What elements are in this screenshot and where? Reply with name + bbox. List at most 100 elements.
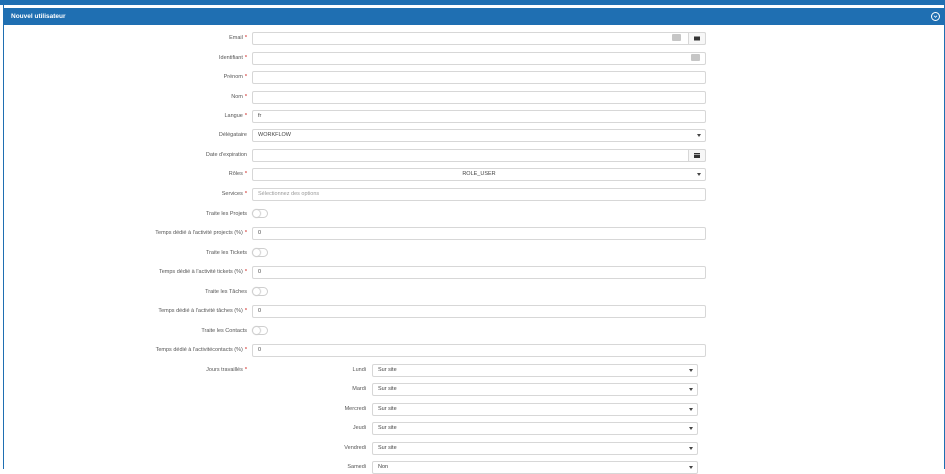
roles-value: ROLE_USER — [462, 171, 496, 177]
traite-contacts-label: Traite les Contacts — [201, 328, 247, 334]
required-mark: * — [244, 94, 247, 100]
required-mark: * — [244, 230, 247, 236]
autofill-key-icon[interactable] — [672, 34, 681, 41]
day-row-vendredi: Vendredi Sur site — [4, 442, 944, 455]
prenom-row: Prénom * — [4, 71, 944, 84]
traite-tickets-row: Traite les Tickets — [4, 247, 944, 260]
email-label: Email — [229, 35, 243, 41]
temps-taches-input[interactable]: 0 — [252, 305, 706, 318]
nom-row: Nom * — [4, 91, 944, 104]
delegataire-value: WORKFLOW — [258, 132, 291, 138]
identifiant-row: Identifiant * — [4, 52, 944, 65]
day-row-lundi: Lundi Sur site — [4, 364, 944, 377]
roles-row: Rôles * ROLE_USER — [4, 168, 944, 181]
required-mark: * — [244, 347, 247, 353]
identifiant-input[interactable] — [252, 52, 706, 65]
day-select[interactable]: Sur site — [372, 383, 698, 396]
required-mark: * — [244, 35, 247, 41]
nom-input[interactable] — [252, 91, 706, 104]
temps-projets-label: Temps dédié à l'activité projects (%) — [155, 230, 243, 236]
prenom-input[interactable] — [252, 71, 706, 84]
delegataire-row: Délégataire WORKFLOW — [4, 129, 944, 142]
services-row: Services * Sélectionnez des options — [4, 188, 944, 201]
caret-down-icon — [697, 173, 701, 176]
day-label: Jeudi — [352, 425, 366, 431]
day-select[interactable]: Sur site — [372, 422, 698, 435]
required-mark: * — [244, 191, 247, 197]
panel-header: Nouvel utilisateur — [4, 8, 944, 25]
required-mark: * — [244, 55, 247, 61]
traite-taches-toggle[interactable] — [252, 287, 268, 296]
required-mark: * — [244, 269, 247, 275]
day-select[interactable]: Sur site — [372, 403, 698, 416]
caret-down-icon — [689, 369, 693, 372]
new-user-panel: Nouvel utilisateur Email * Identifiant * P… — [3, 5, 945, 474]
temps-contacts-row: Temps dédié à l'activitécontacts (%) * 0 — [4, 344, 944, 357]
delegataire-label: Délégataire — [218, 132, 247, 138]
day-select-value: Non — [378, 464, 389, 470]
day-select-value: Sur site — [378, 445, 397, 451]
date-expiration-label: Date d'expiration — [205, 152, 247, 158]
traite-contacts-toggle[interactable] — [252, 326, 268, 335]
required-mark: * — [244, 113, 247, 119]
day-select-value: Sur site — [378, 367, 397, 373]
langue-label: Langue — [224, 113, 243, 119]
traite-tickets-toggle[interactable] — [252, 248, 268, 257]
autofill-key-icon[interactable] — [691, 54, 700, 61]
required-mark: * — [244, 74, 247, 80]
date-expiration-row: Date d'expiration — [4, 149, 944, 162]
temps-projets-row: Temps dédié à l'activité projects (%) * 0 — [4, 227, 944, 240]
day-row-samedi: Samedi Non — [4, 461, 944, 474]
email-input[interactable] — [252, 32, 706, 45]
traite-taches-label: Traite les Tâches — [205, 289, 247, 295]
calendar-icon — [694, 153, 700, 158]
required-mark: * — [244, 308, 247, 314]
langue-input[interactable]: fr — [252, 110, 706, 123]
traite-projets-toggle[interactable] — [252, 209, 268, 218]
day-label: Lundi — [352, 367, 366, 373]
caret-down-icon — [697, 134, 701, 137]
day-select-value: Sur site — [378, 386, 397, 392]
day-select-value: Sur site — [378, 425, 397, 431]
collapse-chevron-icon[interactable] — [931, 12, 940, 21]
services-multiselect[interactable]: Sélectionnez des options — [252, 188, 706, 201]
day-select-value: Sur site — [378, 406, 397, 412]
services-label: Services — [221, 191, 243, 197]
day-row-jeudi: Jeudi Sur site — [4, 422, 944, 435]
required-mark: * — [244, 171, 247, 177]
calendar-button[interactable] — [688, 149, 706, 162]
temps-contacts-input[interactable]: 0 — [252, 344, 706, 357]
email-row: Email * — [4, 32, 944, 45]
temps-taches-label: Temps dédié à l'activité tâches (%) — [158, 308, 243, 314]
envelope-icon — [694, 36, 700, 41]
traite-contacts-row: Traite les Contacts — [4, 325, 944, 338]
day-label: Vendredi — [344, 445, 366, 451]
traite-tickets-label: Traite les Tickets — [205, 250, 247, 256]
email-addon-button[interactable] — [688, 32, 706, 45]
prenom-label: Prénom — [223, 74, 243, 80]
caret-down-icon — [689, 388, 693, 391]
caret-down-icon — [689, 427, 693, 430]
temps-tickets-row: Temps dédié à l'activité tickets (%) * 0 — [4, 266, 944, 279]
day-select[interactable]: Non — [372, 461, 698, 474]
roles-select[interactable]: ROLE_USER — [252, 168, 706, 181]
day-label: Samedi — [347, 464, 366, 470]
temps-taches-row: Temps dédié à l'activité tâches (%) * 0 — [4, 305, 944, 318]
caret-down-icon — [689, 447, 693, 450]
traite-projets-label: Traite les Projets — [205, 211, 247, 217]
day-row-mercredi: Mercredi Sur site — [4, 403, 944, 416]
identifiant-label: Identifiant — [219, 55, 243, 61]
day-select[interactable]: Sur site — [372, 364, 698, 377]
date-expiration-input[interactable] — [252, 149, 706, 162]
traite-projets-row: Traite les Projets — [4, 208, 944, 221]
roles-label: Rôles — [228, 171, 243, 177]
temps-tickets-input[interactable]: 0 — [252, 266, 706, 279]
temps-projets-input[interactable]: 0 — [252, 227, 706, 240]
day-label: Mardi — [352, 386, 366, 392]
nom-label: Nom — [231, 94, 243, 100]
delegataire-select[interactable]: WORKFLOW — [252, 129, 706, 142]
temps-contacts-label: Temps dédié à l'activitécontacts (%) — [155, 347, 243, 353]
langue-row: Langue * fr — [4, 110, 944, 123]
temps-tickets-label: Temps dédié à l'activité tickets (%) — [158, 269, 243, 275]
day-select[interactable]: Sur site — [372, 442, 698, 455]
